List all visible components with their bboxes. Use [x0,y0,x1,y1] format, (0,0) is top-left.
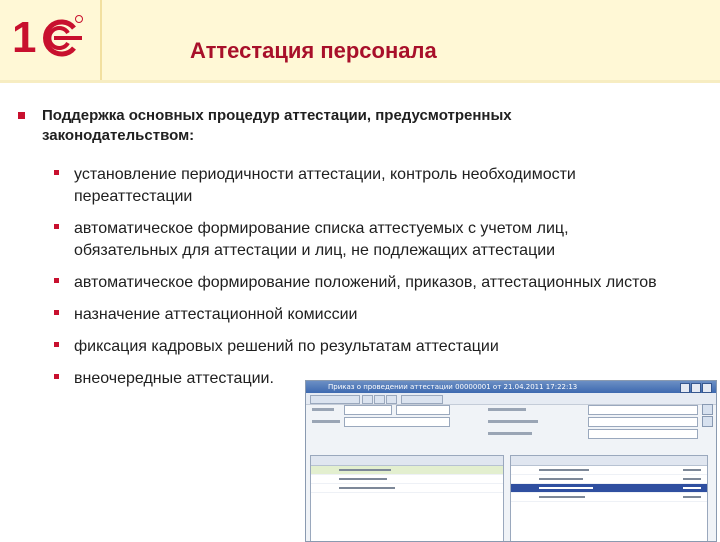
main-point: Поддержка основных процедур аттестации, … [18,106,658,146]
cell-text [539,478,583,480]
select-icon[interactable] [702,404,713,415]
square-bullet-icon [54,342,59,347]
list-item-text: назначение аттестационной комиссии [74,306,358,323]
square-bullet-icon [54,374,59,379]
field-label [488,420,538,423]
table-row[interactable] [311,484,503,493]
cell-text [339,469,391,471]
list-item-text: автоматическое формирование списка аттес… [74,220,569,259]
cell-text [539,469,589,471]
field-label [312,420,340,423]
list-item-text: установление периодичности аттестации, к… [74,166,576,205]
slide-title: Аттестация персонала [190,38,437,63]
square-bullet-icon [54,310,59,315]
list-item-text: фиксация кадровых решений по результатам… [74,338,499,355]
chairman-field[interactable] [588,429,698,439]
cell-text [539,496,585,498]
table-header [311,456,503,466]
slide-content: Поддержка основных процедур аттестации, … [18,106,658,400]
number-field[interactable] [344,405,392,415]
main-point-text: Поддержка основных процедур аттестации, … [42,107,512,144]
1c-logo-icon: 1 [12,14,83,58]
table-row[interactable] [311,475,503,484]
window-minimize-icon[interactable] [680,383,690,393]
table-row[interactable] [311,466,503,475]
cell-text [683,478,701,480]
header-divider [100,0,102,80]
list-item-text: автоматическое формирование положений, п… [74,274,657,291]
toolbar-button[interactable] [362,395,373,404]
square-bullet-icon [54,170,59,175]
field-label [312,408,334,411]
header-rule [0,80,720,83]
table-row[interactable] [511,475,707,484]
commission-field[interactable] [588,417,698,427]
cell-text [339,478,387,480]
list-item: фиксация кадровых решений по результатам… [54,336,658,358]
window-toolbar [306,393,716,405]
window-title: Приказ о проведении аттестации 00000001 … [328,383,578,391]
cell-text [539,487,593,489]
select-icon[interactable] [702,416,713,427]
list-item: установление периодичности аттестации, к… [54,164,658,208]
list-item: автоматическое формирование положений, п… [54,272,658,294]
window-close-icon[interactable] [702,383,712,393]
toolbar-button[interactable] [374,395,385,404]
cell-text [683,496,701,498]
table-row-selected[interactable] [511,484,707,493]
responsible-field[interactable] [588,405,698,415]
window-maximize-icon[interactable] [691,383,701,393]
field-label [488,408,526,411]
cell-text [683,487,701,489]
employees-table [310,455,504,541]
document-screenshot: Приказ о проведении аттестации 00000001 … [305,380,717,542]
window-titlebar: Приказ о проведении аттестации 00000001 … [306,381,716,393]
date-field[interactable] [396,405,450,415]
field-label [488,432,532,435]
table-row[interactable] [511,493,707,502]
square-bullet-icon [54,278,59,283]
square-bullet-icon [54,224,59,229]
table-header [511,456,707,466]
toolbar-button[interactable] [401,395,443,404]
list-item: автоматическое формирование списка аттес… [54,218,658,262]
table-row[interactable] [511,466,707,475]
list-item-text: внеочередные аттестации. [74,370,274,387]
commission-table [510,455,708,541]
slide-header: 1 Аттестация персонала [0,0,720,80]
organization-field[interactable] [344,417,450,427]
svg-text:1: 1 [12,14,36,58]
toolbar-button[interactable] [310,395,360,404]
square-bullet-icon [18,112,25,119]
list-item: назначение аттестационной комиссии [54,304,658,326]
cell-text [683,469,701,471]
procedure-list: установление периодичности аттестации, к… [54,164,658,390]
cell-text [339,487,395,489]
toolbar-button[interactable] [386,395,397,404]
